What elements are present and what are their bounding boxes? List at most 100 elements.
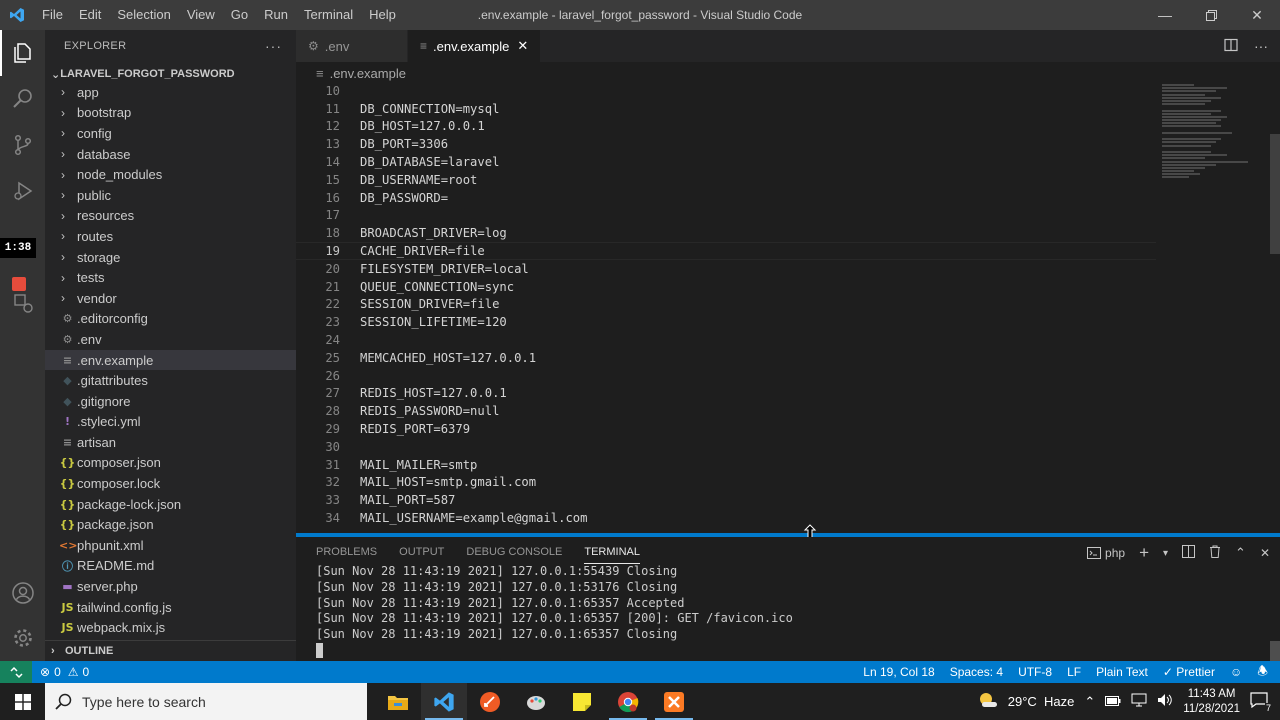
maximize-panel-icon[interactable]: ⌃ bbox=[1235, 545, 1246, 561]
cursor-position[interactable]: Ln 19, Col 18 bbox=[863, 665, 934, 679]
file-item[interactable]: ◆ .gitignore bbox=[45, 391, 296, 412]
menu-edit[interactable]: Edit bbox=[71, 0, 109, 30]
project-root[interactable]: ⌄ LARAVEL_FORGOT_PASSWORD bbox=[45, 64, 296, 84]
file-item[interactable]: ⚙ .editorconfig bbox=[45, 309, 296, 330]
battery-icon[interactable] bbox=[1105, 695, 1121, 709]
tab-debug-console[interactable]: DEBUG CONSOLE bbox=[466, 546, 562, 558]
postman-icon[interactable] bbox=[467, 683, 513, 720]
file-item[interactable]: {} composer.lock bbox=[45, 473, 296, 494]
menu-selection[interactable]: Selection bbox=[109, 0, 178, 30]
indentation[interactable]: Spaces: 4 bbox=[950, 665, 1003, 679]
paint-icon[interactable] bbox=[513, 683, 559, 720]
accounts-icon[interactable] bbox=[0, 570, 45, 616]
more-actions-icon[interactable]: ··· bbox=[265, 38, 282, 54]
tab-env-example[interactable]: ≡ .env.example ✕ bbox=[408, 30, 542, 62]
bell-icon[interactable]: 🕭︎ bbox=[1257, 662, 1268, 683]
feedback-icon[interactable]: ☺ bbox=[1230, 665, 1242, 679]
breadcrumb-file[interactable]: .env.example bbox=[330, 66, 406, 81]
outline-section[interactable]: › OUTLINE bbox=[45, 640, 296, 661]
vscode-taskbar-icon[interactable] bbox=[421, 683, 467, 720]
code-editor[interactable]: 10 11 DB_CONNECTION=mysql 12 DB_HOST=127.0.0… bbox=[296, 84, 1280, 534]
terminal-shell-selector[interactable]: php bbox=[1087, 546, 1125, 560]
source-control-icon[interactable] bbox=[0, 122, 45, 168]
chrome-icon[interactable] bbox=[605, 683, 651, 720]
code-line[interactable]: 34 MAIL_USERNAME=example@gmail.com bbox=[296, 509, 1156, 527]
menu-file[interactable]: File bbox=[34, 0, 71, 30]
menu-run[interactable]: Run bbox=[256, 0, 296, 30]
more-actions-icon[interactable]: ··· bbox=[1254, 38, 1268, 54]
chevron-up-icon[interactable]: ⌃ bbox=[1084, 694, 1095, 710]
line-ending[interactable]: LF bbox=[1067, 665, 1081, 679]
folder-item[interactable]: › storage bbox=[45, 247, 296, 268]
vscode-logo-icon[interactable] bbox=[0, 0, 34, 30]
code-line[interactable]: 16 DB_PASSWORD= bbox=[296, 189, 1156, 207]
close-icon[interactable]: ✕ bbox=[517, 38, 528, 54]
tab-output[interactable]: OUTPUT bbox=[399, 546, 444, 558]
code-line[interactable]: 21 QUEUE_CONNECTION=sync bbox=[296, 278, 1156, 296]
file-item[interactable]: ! .styleci.yml bbox=[45, 412, 296, 433]
weather-text[interactable]: 29°C Haze bbox=[1008, 694, 1075, 709]
file-item[interactable]: ≡ artisan bbox=[45, 432, 296, 453]
file-item[interactable]: ▬ server.php bbox=[45, 576, 296, 597]
code-line[interactable]: 18 BROADCAST_DRIVER=log bbox=[296, 224, 1156, 242]
code-line[interactable]: 22 SESSION_DRIVER=file bbox=[296, 296, 1156, 314]
code-line[interactable]: 11 DB_CONNECTION=mysql bbox=[296, 100, 1156, 118]
folder-item[interactable]: › tests bbox=[45, 267, 296, 288]
menu-help[interactable]: Help bbox=[361, 0, 404, 30]
folder-item[interactable]: › resources bbox=[45, 206, 296, 227]
menu-go[interactable]: Go bbox=[223, 0, 256, 30]
code-line[interactable]: 30 bbox=[296, 438, 1156, 456]
explorer-icon[interactable] bbox=[0, 30, 45, 76]
file-item[interactable]: {} package.json bbox=[45, 514, 296, 535]
code-line[interactable]: 20 FILESYSTEM_DRIVER=local bbox=[296, 260, 1156, 278]
folder-item[interactable]: › database bbox=[45, 144, 296, 165]
tab-terminal[interactable]: TERMINAL bbox=[584, 546, 640, 564]
code-line[interactable]: 12 DB_HOST=127.0.0.1 bbox=[296, 118, 1156, 136]
code-line[interactable]: 26 bbox=[296, 367, 1156, 385]
windows-start-icon[interactable] bbox=[0, 683, 45, 720]
file-item[interactable]: {} composer.json bbox=[45, 453, 296, 474]
code-line[interactable]: 19 CACHE_DRIVER=file bbox=[296, 242, 1156, 260]
file-item[interactable]: ◆ .gitattributes bbox=[45, 370, 296, 391]
minimize-icon[interactable]: — bbox=[1142, 0, 1188, 30]
split-editor-icon[interactable] bbox=[1224, 38, 1238, 55]
file-item[interactable]: JS webpack.mix.js bbox=[45, 617, 296, 638]
code-line[interactable]: 31 MAIL_MAILER=smtp bbox=[296, 456, 1156, 474]
trash-icon[interactable] bbox=[1209, 545, 1221, 561]
code-line[interactable]: 29 REDIS_PORT=6379 bbox=[296, 420, 1156, 438]
code-line[interactable]: 32 MAIL_HOST=smtp.gmail.com bbox=[296, 474, 1156, 492]
minimap[interactable] bbox=[1162, 84, 1270, 204]
file-item[interactable]: {} package-lock.json bbox=[45, 494, 296, 515]
sticky-notes-icon[interactable] bbox=[559, 683, 605, 720]
code-line[interactable]: 28 REDIS_PASSWORD=null bbox=[296, 402, 1156, 420]
problems-indicator[interactable]: ⊗ 0 ⚠ 0 bbox=[32, 665, 89, 679]
folder-item[interactable]: › node_modules bbox=[45, 164, 296, 185]
folder-item[interactable]: › routes bbox=[45, 226, 296, 247]
notifications-icon[interactable]: 7 bbox=[1250, 692, 1272, 713]
tab-env[interactable]: ⚙ .env bbox=[296, 30, 408, 62]
volume-icon[interactable] bbox=[1157, 693, 1173, 710]
language-mode[interactable]: Plain Text bbox=[1096, 665, 1148, 679]
chevron-down-icon[interactable]: ▾ bbox=[1163, 548, 1168, 559]
file-item[interactable]: ⓘ README.md bbox=[45, 556, 296, 577]
clock[interactable]: 11:43 AM 11/28/2021 bbox=[1183, 687, 1240, 717]
close-panel-icon[interactable]: ✕ bbox=[1260, 546, 1270, 560]
prettier-status[interactable]: ✓ Prettier bbox=[1163, 665, 1215, 679]
new-terminal-icon[interactable]: + bbox=[1139, 543, 1149, 563]
file-item[interactable]: <> phpunit.xml bbox=[45, 535, 296, 556]
code-line[interactable]: 27 REDIS_HOST=127.0.0.1 bbox=[296, 385, 1156, 403]
menu-terminal[interactable]: Terminal bbox=[296, 0, 361, 30]
code-line[interactable]: 17 bbox=[296, 207, 1156, 225]
remote-explorer-icon[interactable] bbox=[0, 280, 45, 326]
code-line[interactable]: 23 SESSION_LIFETIME=120 bbox=[296, 313, 1156, 331]
terminal-output[interactable]: [Sun Nov 28 11:43:19 2021] 127.0.0.1:554… bbox=[316, 564, 793, 663]
gear-icon[interactable] bbox=[0, 615, 45, 661]
code-line[interactable]: 13 DB_PORT=3306 bbox=[296, 135, 1156, 153]
folder-item[interactable]: › app bbox=[45, 82, 296, 103]
encoding[interactable]: UTF-8 bbox=[1018, 665, 1052, 679]
xampp-icon[interactable] bbox=[651, 683, 697, 720]
network-icon[interactable] bbox=[1131, 693, 1147, 710]
code-line[interactable]: 14 DB_DATABASE=laravel bbox=[296, 153, 1156, 171]
weather-icon[interactable] bbox=[978, 691, 998, 712]
editor-scrollbar[interactable] bbox=[1270, 134, 1280, 254]
